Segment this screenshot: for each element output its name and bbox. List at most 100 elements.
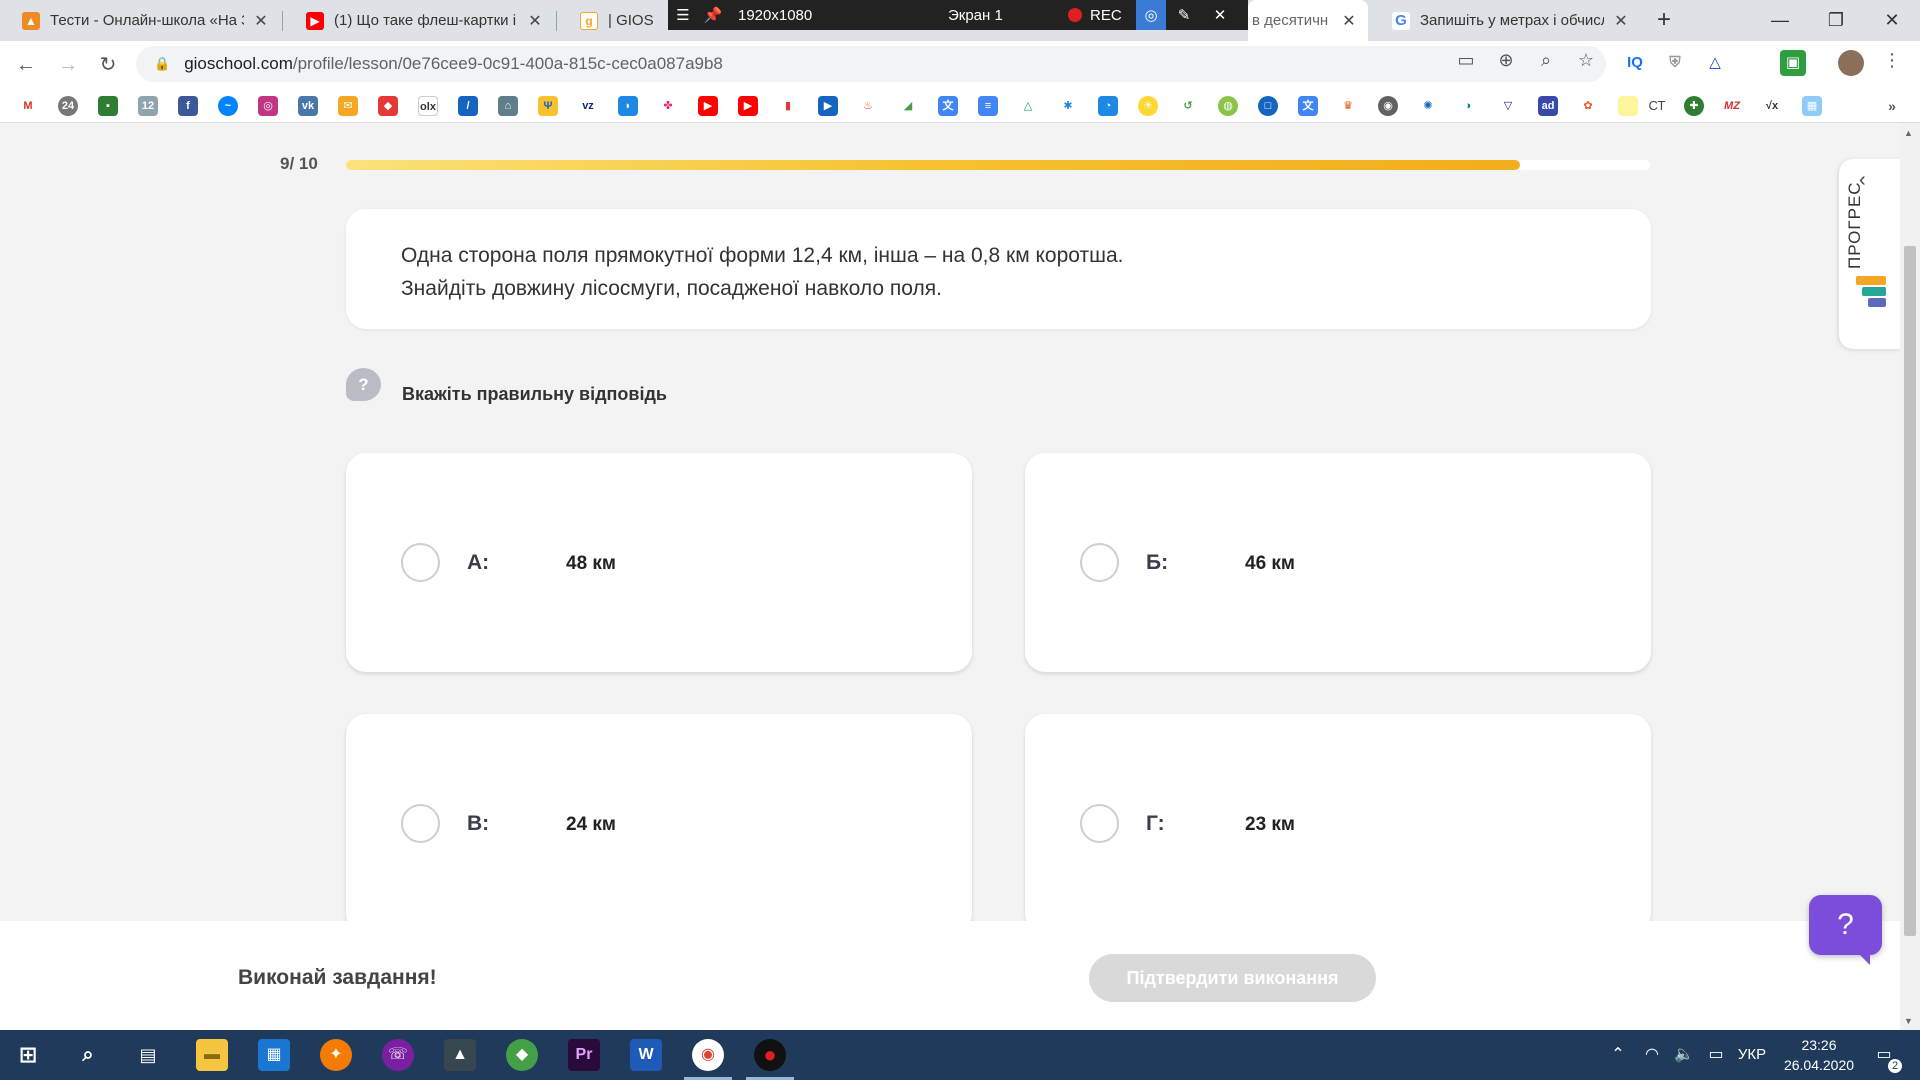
restore-icon[interactable]: ❐ <box>1808 0 1864 41</box>
building-icon[interactable]: ⌂ <box>498 96 518 116</box>
tab-close-icon[interactable]: ✕ <box>526 11 544 31</box>
gmail-icon[interactable]: M <box>18 96 38 116</box>
shield-icon[interactable]: ▽ <box>1498 96 1518 116</box>
tab-close-icon[interactable]: ✕ <box>1340 11 1358 31</box>
bookmark-star-icon[interactable]: ☆ <box>1572 50 1600 71</box>
news24-icon[interactable]: 24 <box>58 96 78 116</box>
mz-icon[interactable]: MZ <box>1722 96 1742 116</box>
refresh-icon[interactable]: ↺ <box>1178 96 1198 116</box>
minimize-icon[interactable]: — <box>1752 0 1808 41</box>
messenger-icon[interactable]: ~ <box>218 96 238 116</box>
globe-icon[interactable]: ◍ <box>1218 96 1238 116</box>
rec-label[interactable]: REC <box>1086 0 1136 30</box>
volume-icon[interactable]: 🔈 <box>1668 1039 1700 1071</box>
translate-icon[interactable]: 文 <box>938 96 958 116</box>
recorder-app-icon[interactable]: ● <box>754 1039 786 1071</box>
recorder-settings-icon[interactable]: ◎ <box>1136 0 1166 30</box>
tab-close-icon[interactable]: ✕ <box>252 11 270 31</box>
install-app-icon[interactable]: ⊕ <box>1492 50 1520 71</box>
vk-icon[interactable]: vk <box>298 96 318 116</box>
triangle-extension-icon[interactable]: △ <box>1702 50 1728 76</box>
pin-icon[interactable]: 📌 <box>698 0 728 30</box>
radio-button[interactable] <box>401 543 440 582</box>
task-view-icon[interactable]: ▤ <box>132 1039 164 1071</box>
address-bar[interactable]: 🔒 gioschool.com/profile/lesson/0e76cee9-… <box>136 46 1606 82</box>
answer-option-g[interactable]: Г: 23 км <box>1025 714 1651 921</box>
picture-icon[interactable]: ▦ <box>1802 96 1822 116</box>
battery-icon[interactable]: ▭ <box>1700 1039 1732 1071</box>
radio-button[interactable] <box>1080 804 1119 843</box>
scanner-icon[interactable]: ▲ <box>444 1039 476 1071</box>
ad-icon[interactable]: ad <box>1538 96 1558 116</box>
scroll-thumb[interactable] <box>1904 246 1916 936</box>
youtube-icon[interactable]: ▶ <box>698 96 718 116</box>
browser-tab-4[interactable]: в десятичн ✕ <box>1248 0 1368 41</box>
snowflake-icon[interactable]: ✱ <box>1058 96 1078 116</box>
calendar-icon[interactable]: 12 <box>138 96 158 116</box>
answer-option-a[interactable]: А: 48 км <box>346 453 972 672</box>
shield-extension-icon[interactable]: ⛨ <box>1662 50 1688 76</box>
wifi-icon[interactable]: ◔ <box>1098 96 1118 116</box>
progress-side-panel[interactable]: ‹ ПРОГРЕС <box>1839 159 1900 349</box>
radio-button[interactable] <box>401 804 440 843</box>
language-indicator[interactable]: УКР <box>1730 1039 1774 1071</box>
file-explorer-icon[interactable]: ▬ <box>196 1039 228 1071</box>
scroll-up-icon[interactable]: ▲ <box>1904 128 1913 138</box>
flower-icon[interactable]: ✿ <box>1578 96 1598 116</box>
new-tab-button[interactable]: + <box>1650 7 1678 35</box>
page-scrollbar[interactable]: ▲ ▼ <box>1900 124 1920 1030</box>
bookmark-icon[interactable]: ▪ <box>98 96 118 116</box>
cast-icon[interactable]: ▭ <box>1452 50 1480 71</box>
premiere-icon[interactable]: Pr <box>568 1039 600 1071</box>
olx-icon[interactable]: olx <box>418 96 438 116</box>
chart-icon[interactable]: ▮ <box>778 96 798 116</box>
browser-tab-3[interactable]: g | GIOS <box>558 0 668 41</box>
answer-option-v[interactable]: В: 24 км <box>346 714 972 921</box>
pinwheel-icon[interactable]: ✤ <box>658 96 678 116</box>
clover-icon[interactable]: ✚ <box>1684 96 1704 116</box>
recorder-close-icon[interactable]: ✕ <box>1202 0 1238 30</box>
back-icon[interactable]: ← <box>10 49 42 81</box>
zoom-icon[interactable]: ⌕ <box>1532 50 1560 71</box>
youtube-icon[interactable]: ▶ <box>738 96 758 116</box>
help-chat-button[interactable]: ? <box>1809 895 1882 965</box>
chrome-icon[interactable]: ◉ <box>692 1039 724 1071</box>
tray-expand-icon[interactable]: ⌃ <box>1602 1039 1634 1071</box>
docs-icon[interactable]: ≡ <box>978 96 998 116</box>
iq-extension-icon[interactable]: IQ <box>1622 50 1648 76</box>
viber-icon[interactable]: ☏ <box>382 1039 414 1071</box>
word-icon[interactable]: W <box>630 1039 662 1071</box>
answer-option-b[interactable]: Б: 46 км <box>1025 453 1651 672</box>
store-icon[interactable]: ▦ <box>258 1039 290 1071</box>
confirm-button[interactable]: Підтвердити виконання <box>1089 954 1376 1002</box>
browser-tab-5[interactable]: G Запишіть у метрах і обчисл ✕ <box>1370 0 1640 41</box>
vzo-icon[interactable]: vz <box>578 96 598 116</box>
pencil-icon[interactable]: ✎ <box>1166 0 1202 30</box>
facebook-icon[interactable]: f <box>178 96 198 116</box>
bookmark-icon[interactable]: ◗ <box>618 96 638 116</box>
flame-icon[interactable]: ♨ <box>858 96 878 116</box>
translate-icon[interactable]: 文 <box>1298 96 1318 116</box>
forward-icon[interactable]: → <box>52 49 84 81</box>
app-icon[interactable]: ✦ <box>320 1039 352 1071</box>
play-icon[interactable]: ▶ <box>818 96 838 116</box>
browser-tab-1[interactable]: ▲ Тести - Онлайн-школа «На З ✕ <box>0 0 280 41</box>
network-icon[interactable]: ◠ <box>1636 1039 1668 1071</box>
drive-icon[interactable]: △ <box>1018 96 1038 116</box>
apps-icon[interactable]: ◢ <box>898 96 918 116</box>
trident-icon[interactable]: Ψ <box>538 96 558 116</box>
tab-close-icon[interactable]: ✕ <box>1612 11 1630 31</box>
menu-icon[interactable]: ☰ <box>668 0 698 30</box>
crown-icon[interactable]: ♛ <box>1338 96 1358 116</box>
mail-icon[interactable]: ✉ <box>338 96 358 116</box>
notifications-icon[interactable]: ▭ 2 <box>1868 1039 1902 1073</box>
pen-icon[interactable]: / <box>458 96 478 116</box>
reload-icon[interactable]: ↻ <box>92 49 124 81</box>
profile-avatar[interactable] <box>1838 50 1864 76</box>
shopping-icon[interactable]: ◆ <box>378 96 398 116</box>
ct-icon[interactable]: СТ <box>1642 96 1672 116</box>
map-icon[interactable]: ◑ <box>1458 96 1478 116</box>
close-window-icon[interactable]: ✕ <box>1864 0 1920 41</box>
sims-icon[interactable]: ◆ <box>506 1039 538 1071</box>
more-bookmarks-icon[interactable]: » <box>1882 96 1902 116</box>
